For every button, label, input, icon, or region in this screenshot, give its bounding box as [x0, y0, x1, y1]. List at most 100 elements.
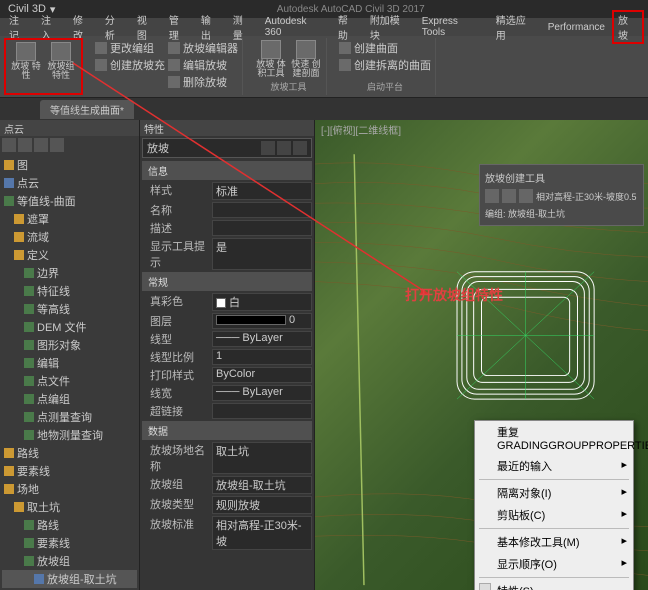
tree-item[interactable]: 等高线 — [2, 300, 137, 318]
tree-item[interactable]: 定义 — [2, 246, 137, 264]
property-row[interactable]: 放坡场地名称取土坑 — [140, 441, 314, 475]
tree-item[interactable]: 点文件 — [2, 372, 137, 390]
property-row[interactable]: 打印样式ByColor — [140, 366, 314, 384]
tree-item[interactable]: 边界 — [2, 264, 137, 282]
context-menu-item[interactable]: 重复 GRADINGGROUPPROPERTIES(R) — [475, 421, 633, 455]
property-row[interactable]: 线宽─── ByLayer — [140, 384, 314, 402]
menu-item[interactable]: 精选应用 — [491, 11, 541, 43]
quick-section-button[interactable]: 快速 创建剖面 — [290, 40, 322, 78]
tree-item[interactable]: 编辑 — [2, 354, 137, 372]
tree-item[interactable]: 放坡组-取土坑 — [2, 570, 137, 588]
change-group-button[interactable]: 更改编组 — [95, 40, 165, 56]
ribbon-group-label: 放坡工具 — [270, 80, 306, 93]
grading-editor-button[interactable]: 放坡编辑器 — [168, 40, 238, 56]
property-row[interactable]: 超链接 — [140, 402, 314, 420]
tree-item[interactable]: 点云 — [2, 174, 137, 192]
tool-icon[interactable] — [2, 138, 16, 152]
model-viewport[interactable]: [-][俯视][二维线框] 放坡创建工具 相对高程-正30米-坡度0.5 编组:… — [315, 120, 648, 590]
tree-item[interactable]: 流域 — [2, 228, 137, 246]
tree-item[interactable]: 点编组 — [2, 390, 137, 408]
edit-grading-button[interactable]: 编辑放坡 — [168, 57, 238, 73]
context-menu-item[interactable]: 最近的输入▸ — [475, 455, 633, 477]
tree-item[interactable]: 点测量查询 — [2, 408, 137, 426]
tree-item[interactable]: 等值线-曲面 — [2, 192, 137, 210]
tree-item[interactable]: 取土坑 — [2, 498, 137, 516]
tool-icon[interactable] — [485, 189, 499, 203]
property-row[interactable]: 线型比例1 — [140, 348, 314, 366]
tree-item[interactable]: 特征线 — [2, 282, 137, 300]
property-row[interactable]: 名称 — [140, 201, 314, 219]
context-menu-item[interactable]: 剪贴板(C)▸ — [475, 504, 633, 526]
combo-icon[interactable] — [293, 141, 307, 155]
create-detached-surface-button[interactable]: 创建拆离的曲面 — [339, 57, 431, 73]
property-section-header[interactable]: 信息 — [142, 161, 312, 180]
prospector-tree[interactable]: 图点云等值线-曲面遮罩流域定义边界特征线等高线DEM 文件图形对象编辑点文件点编… — [0, 154, 139, 590]
property-row[interactable]: 放坡类型规则放坡 — [140, 495, 314, 515]
tool-icon[interactable] — [18, 138, 32, 152]
toolspace-panel: 点云 图点云等值线-曲面遮罩流域定义边界特征线等高线DEM 文件图形对象编辑点文… — [0, 120, 140, 590]
tree-item[interactable]: 图 — [2, 156, 137, 174]
delete-grading-button[interactable]: 删除放坡 — [168, 74, 238, 90]
combo-icon[interactable] — [261, 141, 275, 155]
create-surface-button[interactable]: 创建曲面 — [339, 40, 431, 56]
menu-separator — [479, 577, 629, 578]
tree-item[interactable]: 路线 — [2, 516, 137, 534]
context-menu-item[interactable]: 基本修改工具(M)▸ — [475, 531, 633, 553]
property-row[interactable]: 样式标准 — [140, 181, 314, 201]
tree-item[interactable]: 图形对象 — [2, 336, 137, 354]
property-row[interactable]: 显示工具提示是 — [140, 237, 314, 271]
ribbon-group-label: 启动平台 — [367, 80, 403, 93]
ribbon-group-grading-props: 放坡 特性 放坡组 特性 — [4, 38, 83, 95]
toolspace-header: 点云 — [0, 120, 139, 136]
create-fill-button[interactable]: 创建放坡充 — [95, 57, 165, 73]
volume-tool-button[interactable]: 放坡 体积工具 — [255, 40, 287, 78]
property-row[interactable]: 放坡标准相对高程-正30米-坡 — [140, 515, 314, 551]
menu-item[interactable]: 放坡 — [612, 10, 644, 44]
viewport-label[interactable]: [-][俯视][二维线框] — [321, 122, 401, 137]
tool-icon[interactable] — [50, 138, 64, 152]
ribbon-group-edit: 更改编组 创建放坡充 放坡编辑器 编辑放坡 删除放坡 — [91, 38, 243, 95]
document-tab-bar: 等值线生成曲面* — [0, 98, 648, 120]
object-type-combo[interactable]: 放坡 — [142, 138, 312, 158]
context-menu-item[interactable]: 显示顺序(O)▸ — [475, 553, 633, 575]
ribbon-small-col1: 更改编组 创建放坡充 — [95, 40, 165, 73]
grading-group-props-button[interactable]: 放坡组 特性 — [45, 42, 77, 80]
tree-item[interactable]: 场地 — [2, 480, 137, 498]
ribbon-small-col2: 放坡编辑器 编辑放坡 删除放坡 — [168, 40, 238, 90]
tree-item[interactable]: 要素线 — [2, 462, 137, 480]
object-type-value: 放坡 — [147, 140, 169, 156]
ribbon: 放坡 特性 放坡组 特性 更改编组 创建放坡充 放坡编辑器 编辑放坡 删除放坡 … — [0, 36, 648, 98]
ribbon-group-launch: 创建曲面 创建拆离的曲面 启动平台 — [335, 38, 436, 95]
grading-creation-tools[interactable]: 放坡创建工具 相对高程-正30米-坡度0.5 编组: 放坡组-取土坑 — [479, 164, 644, 226]
grading-props-button[interactable]: 放坡 特性 — [10, 42, 42, 80]
tree-item[interactable]: DEM 文件 — [2, 318, 137, 336]
context-menu-item[interactable]: 特性(S)... — [475, 580, 633, 590]
context-menu-item[interactable]: 隔离对象(I)▸ — [475, 482, 633, 504]
tool-icon[interactable] — [34, 138, 48, 152]
tree-item[interactable]: 遮罩 — [2, 210, 137, 228]
combo-icon[interactable] — [277, 141, 291, 155]
tool-icon[interactable] — [502, 189, 516, 203]
property-row[interactable]: 描述 — [140, 219, 314, 237]
panel-title: 放坡创建工具 — [483, 168, 640, 187]
property-section-header[interactable]: 数据 — [142, 421, 312, 440]
menu-item[interactable]: Performance — [543, 21, 610, 34]
tree-item[interactable]: 要素线 — [2, 534, 137, 552]
property-row[interactable]: 放坡组放坡组-取土坑 — [140, 475, 314, 495]
menu-item[interactable]: Express Tools — [417, 15, 489, 39]
properties-header: 特性 — [140, 120, 314, 136]
property-row[interactable]: 图层0 — [140, 312, 314, 330]
toolspace-toolbar — [0, 136, 139, 154]
document-tab[interactable]: 等值线生成曲面* — [40, 100, 134, 119]
menu-item[interactable]: Autodesk 360 — [260, 15, 331, 39]
property-section-header[interactable]: 常规 — [142, 272, 312, 291]
annotation-text: 打开放坡组特性 — [405, 285, 503, 305]
tree-item[interactable]: 放坡组 — [2, 552, 137, 570]
properties-panel: 特性 放坡 信息样式标准名称描述显示工具提示是常规真彩色白图层0线型─── By… — [140, 120, 315, 590]
tree-item[interactable]: 地物测量查询 — [2, 426, 137, 444]
property-row[interactable]: 线型─── ByLayer — [140, 330, 314, 348]
property-row[interactable]: 真彩色白 — [140, 292, 314, 312]
tree-item[interactable]: 路线 — [2, 444, 137, 462]
tool-icon[interactable] — [519, 189, 533, 203]
context-menu[interactable]: 重复 GRADINGGROUPPROPERTIES(R)最近的输入▸ 隔离对象(I… — [474, 420, 634, 590]
